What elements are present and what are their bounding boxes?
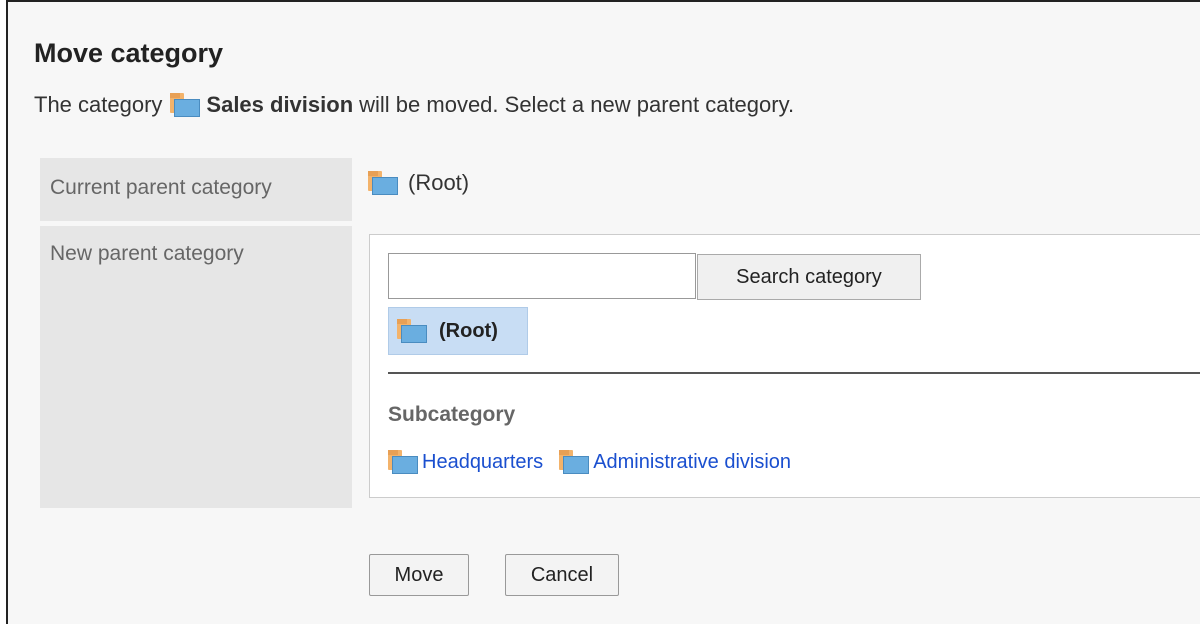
folder-icon — [368, 171, 398, 195]
category-name: Sales division — [206, 92, 354, 117]
folder-icon — [397, 319, 427, 343]
move-button[interactable]: Move — [369, 554, 469, 596]
category-selector-panel: Search category (Root) Subcategory Headq… — [369, 234, 1200, 498]
current-parent-text: (Root) — [408, 170, 470, 195]
selected-category-root[interactable]: (Root) — [388, 307, 528, 355]
move-description: The category Sales division will be move… — [34, 92, 794, 118]
cancel-button[interactable]: Cancel — [505, 554, 619, 596]
divider — [388, 372, 1200, 374]
subcategory-heading: Subcategory — [388, 403, 516, 426]
subcategory-label: Headquarters — [422, 450, 544, 473]
selected-category-label: (Root) — [439, 319, 498, 342]
subcategory-link-headquarters[interactable]: Headquarters — [388, 450, 543, 474]
subcategory-link-administrative-division[interactable]: Administrative division — [559, 450, 791, 474]
description-prefix: The category — [34, 92, 163, 117]
folder-icon — [559, 450, 590, 474]
dialog: Move category The category Sales divisio… — [6, 0, 1200, 624]
subcategory-list: Headquarters Administrative division — [388, 450, 807, 474]
subcategory-label: Administrative division — [593, 450, 792, 473]
new-parent-label: New parent category — [40, 226, 352, 508]
current-parent-label: Current parent category — [40, 158, 352, 221]
page-title: Move category — [34, 38, 224, 68]
folder-icon — [170, 93, 201, 117]
category-search-input[interactable] — [388, 253, 696, 299]
current-parent-value: (Root) — [368, 170, 469, 196]
folder-icon — [388, 450, 418, 474]
description-suffix: will be moved. Select a new parent categ… — [359, 92, 795, 117]
search-category-button[interactable]: Search category — [697, 254, 921, 300]
